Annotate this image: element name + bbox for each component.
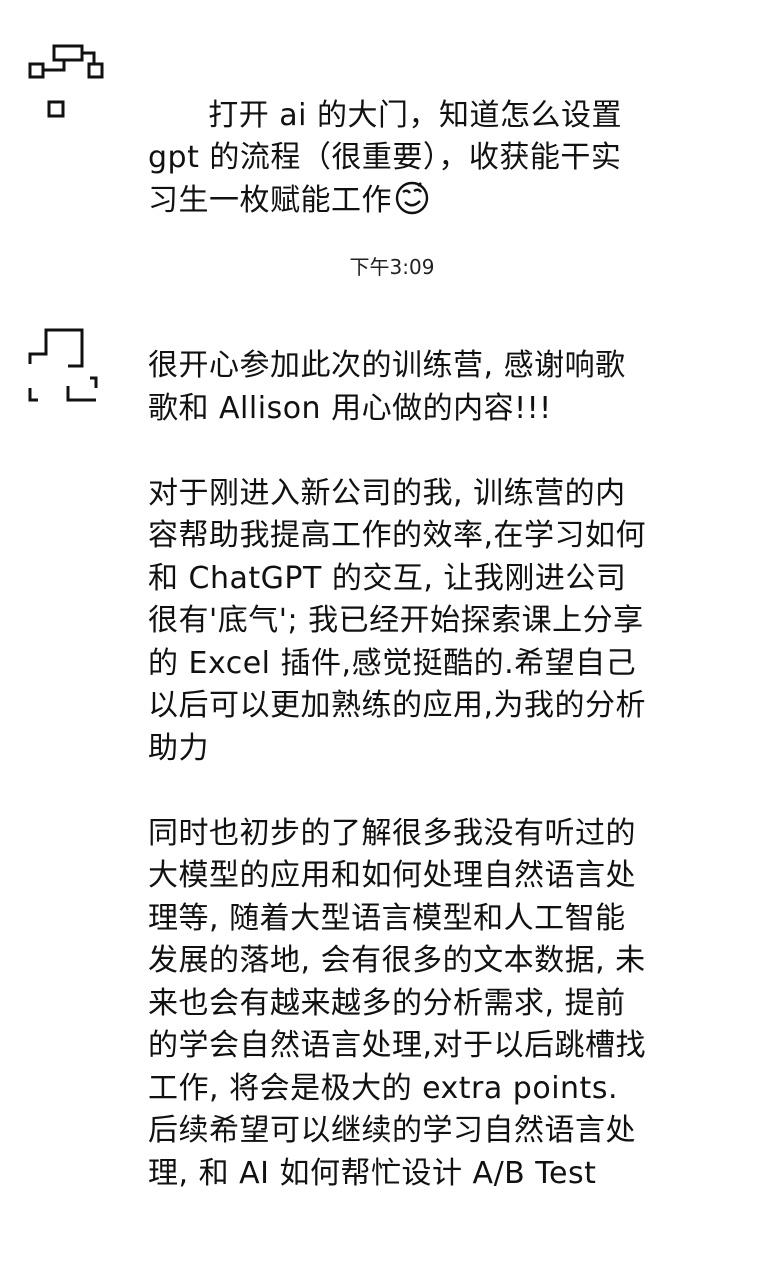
chat-message: 很开心参加此次的训练营, 感谢响歌歌和 Allison 用心做的内容!!! 对于…	[0, 310, 784, 1270]
message-text: 打开 ai 的大门，知道怎么设置 gpt 的流程（很重要），收获能干实习生一枚赋…	[148, 52, 648, 265]
message-text-content: 打开 ai 的大门，知道怎么设置 gpt 的流程（很重要），收获能干实习生一枚赋…	[148, 97, 633, 218]
pixelated-avatar-icon[interactable]	[24, 40, 108, 124]
message-timestamp: 下午3:09	[349, 255, 435, 279]
message-text: 很开心参加此次的训练营, 感谢响歌歌和 Allison 用心做的内容!!! 对于…	[148, 348, 647, 1191]
chat-conversation: 打开 ai 的大门，知道怎么设置 gpt 的流程（很重要），收获能干实习生一枚赋…	[0, 0, 784, 1280]
chat-message: 打开 ai 的大门，知道怎么设置 gpt 的流程（很重要），收获能干实习生一枚赋…	[0, 0, 784, 240]
pixelated-avatar-icon[interactable]	[24, 326, 108, 410]
smiling-face-emoji-icon	[394, 180, 430, 216]
